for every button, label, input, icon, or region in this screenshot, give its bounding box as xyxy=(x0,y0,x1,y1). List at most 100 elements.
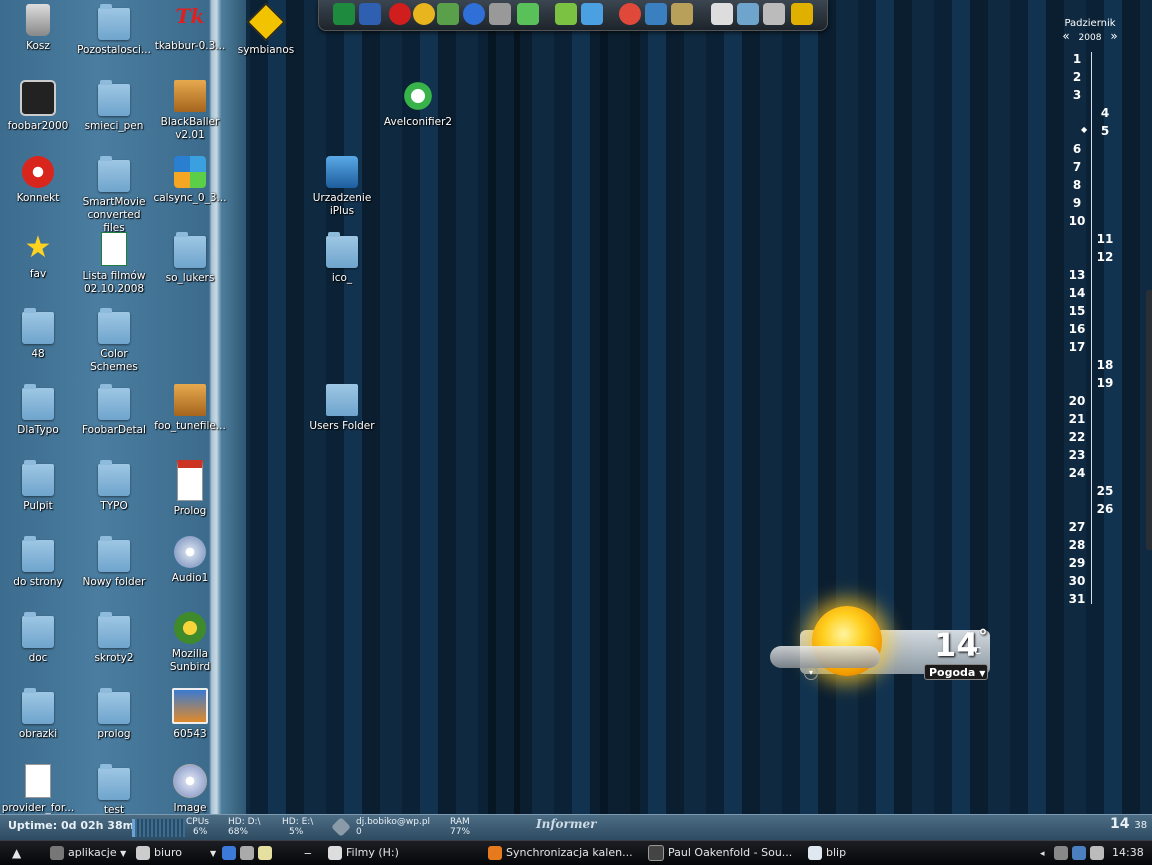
calendar-day[interactable]: 31 xyxy=(1065,592,1089,606)
calendar-day[interactable]: 20 xyxy=(1065,394,1089,408)
desktop-icon-nowy-folder[interactable]: Nowy folder xyxy=(76,534,152,610)
star-tray-icon[interactable] xyxy=(1054,846,1069,860)
user-icon[interactable] xyxy=(555,3,577,25)
notepad-icon[interactable] xyxy=(258,846,272,860)
sms-icon[interactable] xyxy=(517,3,539,25)
desktop-icon-prolog[interactable]: prolog xyxy=(76,686,152,762)
task-blip[interactable]: blip xyxy=(808,843,958,863)
desktop-icon-ico[interactable]: ico_ xyxy=(304,230,380,306)
quick-launch-expand-icon[interactable]: ‒ xyxy=(304,843,312,863)
task-synchronizacja[interactable]: Synchronizacja kalen... xyxy=(488,843,638,863)
desktop-icon-48[interactable]: 48 xyxy=(0,306,76,382)
calendar-day[interactable]: 3 xyxy=(1065,88,1089,102)
box-icon[interactable] xyxy=(240,846,254,860)
calendar-next-button[interactable]: » xyxy=(1110,29,1117,43)
desktop-icon-urzadzenie-iplus[interactable]: Urzadzenie iPlus xyxy=(304,154,380,230)
calendar-day[interactable]: 27 xyxy=(1065,520,1089,534)
calendar-day[interactable]: 19 xyxy=(1093,376,1117,390)
chevron-left-icon[interactable]: ◂ xyxy=(1040,849,1045,859)
calendar-day[interactable]: 9 xyxy=(1065,196,1089,210)
side-panel-handle[interactable] xyxy=(1146,290,1152,550)
desktop-icon-symbianos[interactable]: symbianos xyxy=(228,2,304,78)
wrench-icon[interactable] xyxy=(791,3,813,25)
calendar-day[interactable]: 12 xyxy=(1093,250,1117,264)
desktop-icon-tkabbur-0-3[interactable]: Tk tkabbur-0.3... xyxy=(152,2,228,78)
task-filmy[interactable]: Filmy (H:) xyxy=(328,843,478,863)
weather-options-icon[interactable]: ▾ xyxy=(804,666,818,680)
alien-icon[interactable] xyxy=(489,3,511,25)
calendar-day[interactable]: 5 ◆ xyxy=(1081,124,1117,138)
calendar-day[interactable]: 11 xyxy=(1093,232,1117,246)
tray-clock[interactable]: 14:38 xyxy=(1112,843,1144,863)
cube-icon[interactable] xyxy=(1090,846,1105,860)
desktop-icon-foobar2000[interactable]: foobar2000 xyxy=(0,78,76,154)
excel-icon[interactable] xyxy=(333,3,355,25)
chrome-icon[interactable] xyxy=(413,3,435,25)
mail-stat[interactable]: dj.bobiko@wp.pl 0 xyxy=(356,817,430,837)
desktop-icon-60543[interactable]: 60543 xyxy=(152,686,228,762)
start-button[interactable]: ▲ xyxy=(12,843,21,863)
desktop-icon-konnekt[interactable]: Konnekt xyxy=(0,154,76,230)
calendar-day[interactable]: 21 xyxy=(1065,412,1089,426)
calendar-day[interactable]: 2 xyxy=(1065,70,1089,84)
calendar-prev-button[interactable]: « xyxy=(1062,29,1069,43)
desktop-icon-doc[interactable]: doc xyxy=(0,610,76,686)
psi-icon[interactable] xyxy=(581,3,603,25)
picasa-icon[interactable] xyxy=(619,3,641,25)
word-icon[interactable] xyxy=(359,3,381,25)
desktop-icon-skroty2[interactable]: skroty2 xyxy=(76,610,152,686)
calendar-day[interactable]: 10 xyxy=(1065,214,1089,228)
desktop-icon-blackballer-v2-01[interactable]: BlackBaller v2.01 xyxy=(152,78,228,154)
calendar-day[interactable]: 6 xyxy=(1065,142,1089,156)
calendar-day[interactable]: 1 xyxy=(1065,52,1089,66)
calendar-day[interactable]: 15 xyxy=(1065,304,1089,318)
mail-icon[interactable] xyxy=(437,3,459,25)
desktop-icon-kosz[interactable]: Kosz xyxy=(0,2,76,78)
desktop-icon-color-schemes[interactable]: Color Schemes xyxy=(76,306,152,382)
opera-icon[interactable] xyxy=(389,3,411,25)
desktop-icon-calsync-0-3[interactable]: calsync_0_3... xyxy=(152,154,228,230)
toolbar-aplikacje[interactable]: aplikacje ▼ xyxy=(50,843,126,863)
calendar-day[interactable]: 25 xyxy=(1093,484,1117,498)
calendar-day[interactable]: 8 xyxy=(1065,178,1089,192)
calendar-day[interactable]: 7 xyxy=(1065,160,1089,174)
toolbar-biuro[interactable]: biuro ▼ xyxy=(136,843,216,863)
desktop-icon-do-strony[interactable]: do strony xyxy=(0,534,76,610)
desktop-icon-users-folder[interactable]: Users Folder xyxy=(304,382,380,458)
desktop-icon-audio1[interactable]: Audio1 xyxy=(152,534,228,610)
calendar-day[interactable]: 22 xyxy=(1065,430,1089,444)
desktop-icon-pozostalosci[interactable]: Pozostalosci... xyxy=(76,2,152,78)
calendar-day[interactable]: 14 xyxy=(1065,286,1089,300)
weather-location-dropdown[interactable]: Pogoda ▼ xyxy=(924,664,988,680)
calendar-day[interactable]: 16 xyxy=(1065,322,1089,336)
weather-widget[interactable]: 14° C Pogoda ▼ ▾ xyxy=(770,590,1000,700)
calendar-day[interactable]: 4 xyxy=(1093,106,1117,120)
desktop-icon-smieci-pen[interactable]: smieci_pen xyxy=(76,78,152,154)
desktop-icon-foobardetal[interactable]: FoobarDetal xyxy=(76,382,152,458)
ie-icon[interactable] xyxy=(222,846,236,860)
desktop-icon-foo-tunefile[interactable]: foo_tunefile... xyxy=(152,382,228,458)
desktop-icon-prolog[interactable]: Prolog xyxy=(152,458,228,534)
task-paul-oakenfold[interactable]: Paul Oakenfold - Sou... xyxy=(648,843,798,863)
calendar-day[interactable]: 13 xyxy=(1065,268,1089,282)
calendar-day[interactable]: 26 xyxy=(1093,502,1117,516)
note-icon[interactable] xyxy=(711,3,733,25)
calendar-day[interactable]: 28 xyxy=(1065,538,1089,552)
chart-icon[interactable] xyxy=(645,3,667,25)
desktop-icon-typo[interactable]: TYPO xyxy=(76,458,152,534)
calendar-day[interactable]: 18 xyxy=(1093,358,1117,372)
network-icon[interactable] xyxy=(1072,846,1087,860)
desktop-icon-so-lukers[interactable]: so_lukers xyxy=(152,230,228,306)
calendar-day[interactable]: 30 xyxy=(1065,574,1089,588)
desktop-icon-lista-film-w-02-10-2008[interactable]: Lista filmów 02.10.2008 xyxy=(76,230,152,306)
calendar-day[interactable]: 17 xyxy=(1065,340,1089,354)
calendar-day[interactable]: 23 xyxy=(1065,448,1089,462)
desktop-icon-smartmovie-converted-files[interactable]: SmartMovie converted files xyxy=(76,154,152,234)
desktop-icon-aveiconifier2[interactable]: AveIconifier2 xyxy=(380,78,456,154)
tools-icon[interactable] xyxy=(763,3,785,25)
desktop-icon-dlatypo[interactable]: DlaTypo xyxy=(0,382,76,458)
calendar-day[interactable]: 29 xyxy=(1065,556,1089,570)
desktop-icon-mozilla-sunbird[interactable]: Mozilla Sunbird xyxy=(152,610,228,686)
pens-icon[interactable] xyxy=(671,3,693,25)
desktop-icon-pulpit[interactable]: Pulpit xyxy=(0,458,76,534)
